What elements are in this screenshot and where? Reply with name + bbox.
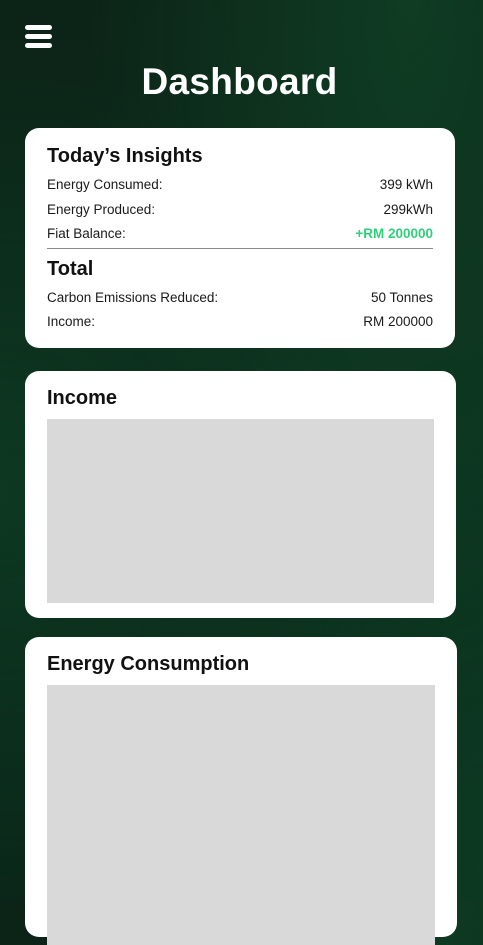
insight-value: 399 kWh [379,177,433,192]
income-chart-placeholder [47,419,434,603]
insight-row-energy-produced: Energy Produced: 299kWh [47,202,433,217]
menu-bar [25,34,52,39]
total-label: Income: [47,314,96,329]
total-value: RM 200000 [363,314,433,329]
menu-bar [25,43,52,48]
energy-consumption-chart-placeholder [47,685,435,945]
insight-label: Energy Consumed: [47,177,163,192]
total-label: Carbon Emissions Reduced: [47,290,219,305]
insight-label: Energy Produced: [47,202,156,217]
insight-label: Fiat Balance: [47,226,126,241]
income-heading: Income [47,387,118,409]
insights-heading: Today’s Insights [47,145,203,167]
hamburger-menu-icon[interactable] [25,25,53,51]
total-heading: Total [47,258,94,280]
insights-card: Today’s Insights Energy Consumed: 399 kW… [25,128,455,348]
insights-divider [47,248,433,249]
insight-value: 299kWh [383,202,433,217]
income-card: Income [25,371,456,618]
insight-row-fiat-balance: Fiat Balance: +RM 200000 [47,226,433,241]
total-row-carbon: Carbon Emissions Reduced: 50 Tonnes [47,290,433,305]
energy-consumption-heading: Energy Consumption [47,653,250,675]
menu-bar [25,25,52,30]
energy-consumption-card: Energy Consumption [25,637,457,945]
page-title: Dashboard [141,61,338,102]
fiat-balance-value: +RM 200000 [355,226,433,241]
total-value: 50 Tonnes [370,290,433,305]
total-row-income: Income: RM 200000 [47,314,433,329]
insight-row-energy-consumed: Energy Consumed: 399 kWh [47,177,433,192]
